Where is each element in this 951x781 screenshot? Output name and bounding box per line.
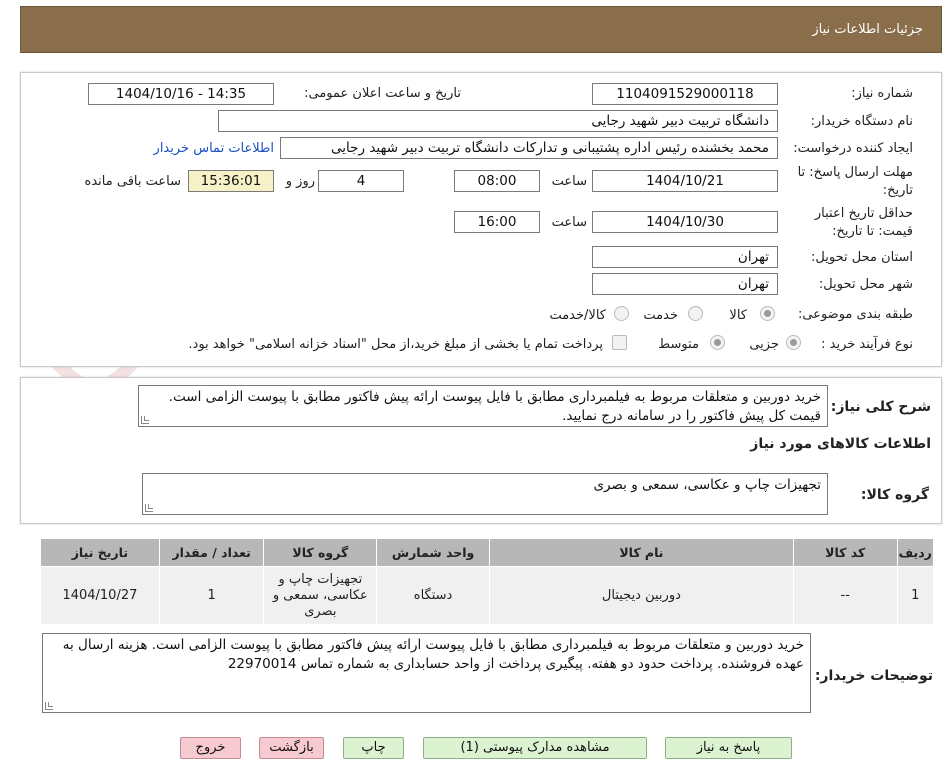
column-header-quantity: تعداد / مقدار [158,538,265,567]
column-header-item-code: کد کالا [792,538,898,567]
time-remaining-label: ساعت باقی مانده [84,174,181,189]
province-field: تهران [592,246,778,268]
exit-button[interactable]: خروج [180,737,241,759]
buyer-org-field: دانشگاه تربیت دبیر شهید رجایی [218,110,778,132]
process-radio-minor[interactable] [786,335,801,350]
buyer-contact-link[interactable]: اطلاعات تماس خریدار [154,141,274,156]
validity-time-field: 16:00 [454,211,540,233]
goods-group-text: تجهیزات چاپ و عکاسی، سمعی و بصری [593,477,821,493]
cell-item-code: -- [792,566,898,625]
cell-row-number: 1 [896,566,935,625]
column-header-unit: واحد شمارش [376,538,490,567]
requester-label: ایجاد کننده درخواست: [793,141,913,156]
validity-label-line2: قیمت: تا تاریخ: [832,224,913,239]
page-header: جزئیات اطلاعات نیاز [20,6,942,53]
goods-section-title: اطلاعات کالاهای مورد نیاز [750,436,931,452]
cell-need-date: 1404/10/27 [40,566,160,625]
resize-grip-icon[interactable] [45,702,53,710]
treasury-payment-note: پرداخت تمام یا بخشی از مبلغ خرید،از محل … [188,337,603,352]
goods-table: ردیف کد کالا نام کالا واحد شمارش گروه کا… [40,538,935,625]
days-label: روز و [285,174,315,189]
reply-to-need-button[interactable]: پاسخ به نیاز [665,737,792,759]
time-remaining-field: 15:36:01 [188,170,274,192]
goods-group-field: تجهیزات چاپ و عکاسی، سمعی و بصری [142,473,828,515]
category-label: طبقه بندی موضوعی: [797,307,913,322]
resize-grip-icon[interactable] [145,504,153,512]
buyer-org-label: نام دستگاه خریدار: [810,114,913,129]
validity-time-label: ساعت [551,215,587,230]
back-button[interactable]: بازگشت [259,737,324,759]
category-radio-service[interactable] [688,306,703,321]
column-header-item-name: نام کالا [488,538,794,567]
treasury-payment-checkbox[interactable] [612,335,627,350]
process-type-label: نوع فرآیند خرید : [821,337,913,352]
print-button[interactable]: چاپ [343,737,404,759]
column-header-item-group: گروه کالا [263,538,378,567]
column-header-row-number: ردیف [896,538,935,567]
category-option-goods: کالا [729,308,747,323]
deadline-time-label: ساعت [551,174,587,189]
need-number-field: 1104091529000118 [592,83,778,105]
goods-group-label: گروه کالا: [860,487,929,503]
page-title: جزئیات اطلاعات نیاز [812,22,923,37]
announce-datetime-field: 1404/10/16 - 14:35 [88,83,274,105]
process-option-medium: متوسط [658,337,699,352]
category-option-goods-service: کالا/خدمت [549,308,606,323]
cell-quantity: 1 [158,566,265,625]
deadline-time-field: 08:00 [454,170,540,192]
need-description-text: خرید دوربین و متعلقات مربوط به فیلمبردار… [168,389,821,424]
deadline-date-field: 1404/10/21 [592,170,778,192]
column-header-need-date: تاریخ نیاز [40,538,160,567]
buyer-notes-label: توضیحات خریدار: [814,668,933,684]
goods-table-header-row: ردیف کد کالا نام کالا واحد شمارش گروه کا… [40,538,935,567]
table-row: 1 -- دوربین دیجیتال دستگاه تجهیزات چاپ و… [40,566,935,625]
requester-field: محمد بخشنده رئیس اداره پشتیبانی و تدارکا… [280,137,778,159]
need-description-field: خرید دوربین و متعلقات مربوط به فیلمبردار… [138,385,828,427]
process-radio-medium[interactable] [710,335,725,350]
category-option-service: خدمت [643,308,678,323]
category-radio-goods[interactable] [760,306,775,321]
process-option-minor: جزیی [749,337,779,352]
city-field: تهران [592,273,778,295]
deadline-label-line1: مهلت ارسال پاسخ: تا [797,165,913,180]
resize-grip-icon[interactable] [141,416,149,424]
cell-unit: دستگاه [376,566,490,625]
city-label: شهر محل تحویل: [818,277,913,292]
deadline-label-line2: تاریخ: [882,183,913,198]
cell-item-group: تجهیزات چاپ و عکاسی، سمعی و بصری [263,566,378,625]
view-attachments-button[interactable]: مشاهده مدارک پیوستی (1) [423,737,647,759]
need-description-label: شرح کلی نیاز: [830,399,931,415]
province-label: استان محل تحویل: [811,250,913,265]
announce-datetime-label: تاریخ و ساعت اعلان عمومی: [304,86,461,101]
validity-date-field: 1404/10/30 [592,211,778,233]
days-remaining-field: 4 [318,170,404,192]
cell-item-name: دوربین دیجیتال [488,566,794,625]
validity-label-line1: حداقل تاریخ اعتبار [814,206,913,221]
need-number-label: شماره نیاز: [851,86,913,101]
buyer-notes-field: خرید دوربین و متعلقات مربوط به فیلمبردار… [42,633,811,713]
category-radio-goods-service[interactable] [614,306,629,321]
buyer-notes-text: خرید دوربین و متعلقات مربوط به فیلمبردار… [62,637,804,672]
